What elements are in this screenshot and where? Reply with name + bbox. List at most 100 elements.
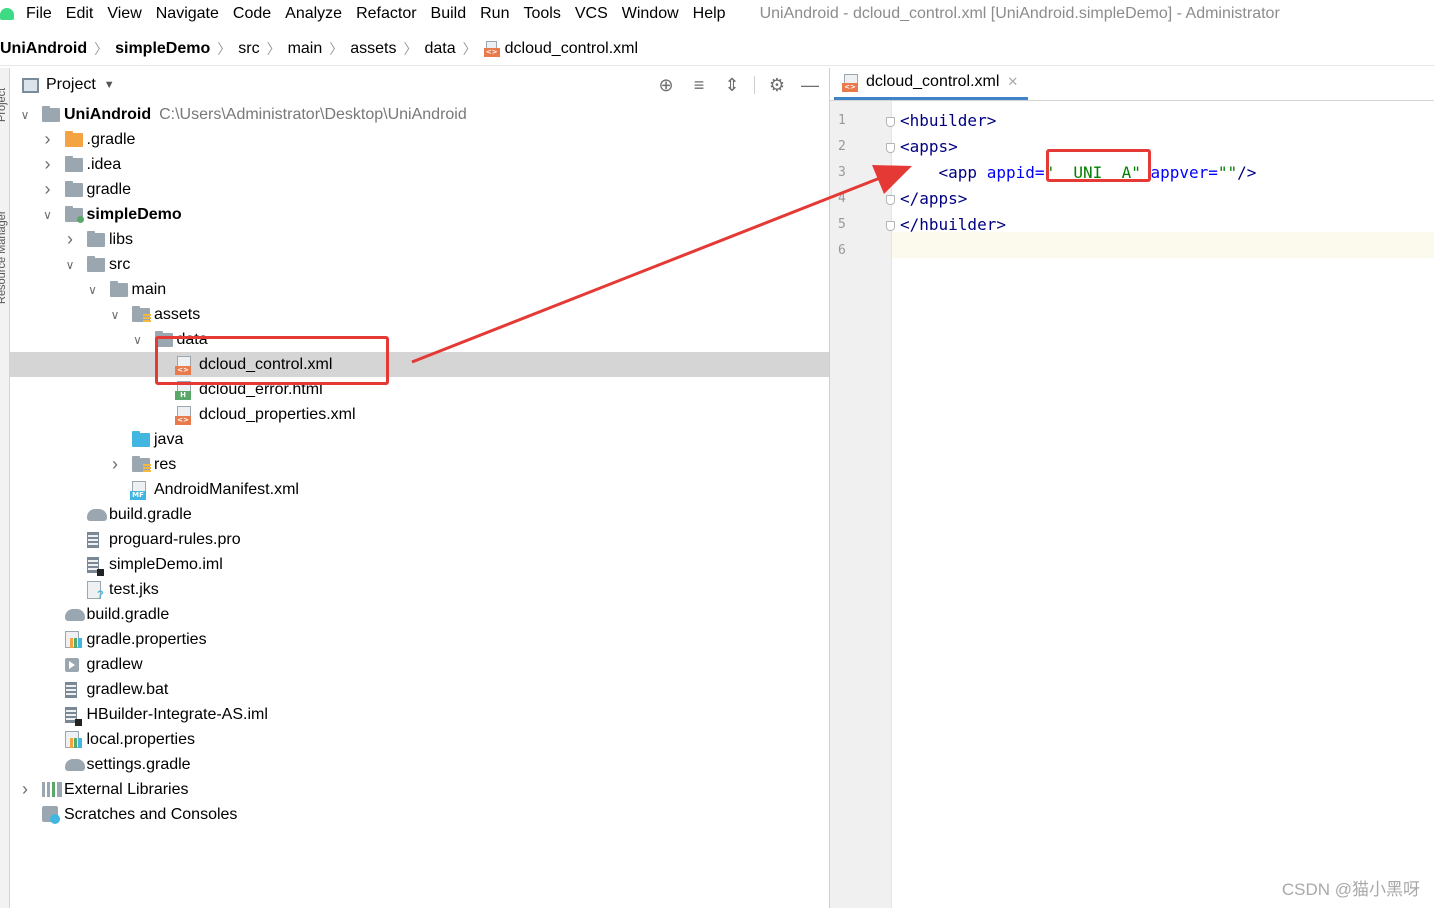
gradle-elephant-icon (64, 759, 85, 771)
chevron-down-icon[interactable]: ∨ (131, 333, 145, 347)
breadcrumb-data[interactable]: data (425, 40, 456, 58)
properties-file-icon (64, 631, 82, 648)
project-panel-toolbar: ⊕ ≡ ⇕ ⚙ — (644, 74, 821, 96)
current-line-highlight (892, 232, 1434, 258)
tree-row-hbuilder-integrate-as-iml[interactable]: HBuilder-Integrate-AS.iml (10, 702, 829, 727)
breadcrumb-main[interactable]: main (288, 40, 323, 58)
chevron-down-icon[interactable]: ∨ (86, 283, 100, 297)
menu-navigate[interactable]: Navigate (156, 5, 219, 23)
tree-row-idea[interactable]: › .idea (10, 152, 829, 177)
window-title: UniAndroid - dcloud_control.xml [UniAndr… (759, 5, 1280, 22)
breadcrumb-separator-icon: 〉 (94, 40, 109, 57)
breadcrumb-project[interactable]: UniAndroid (0, 40, 87, 58)
project-panel: Project ▼ ⊕ ≡ ⇕ ⚙ — ∨ UniAndroid C:\Users… (10, 68, 830, 908)
tree-row-libs[interactable]: › libs (10, 227, 829, 252)
collapse-all-icon[interactable]: ⇕ (721, 74, 743, 96)
tree-row-simpledemo[interactable]: ∨ simpleDemo (10, 202, 829, 227)
line-number: 2 (838, 139, 846, 154)
menu-file[interactable]: File (26, 5, 52, 23)
navigation-breadcrumb: UniAndroid 〉 simpleDemo 〉 src 〉 main 〉 a… (0, 32, 1434, 66)
tree-row-dcloud-properties-xml[interactable]: <> dcloud_properties.xml (10, 402, 829, 427)
chevron-right-icon[interactable]: › (41, 179, 55, 199)
breadcrumb-src[interactable]: src (238, 40, 259, 58)
tree-row-build-gradle[interactable]: build.gradle (10, 602, 829, 627)
tree-row-gradlew[interactable]: gradlew (10, 652, 829, 677)
chevron-right-icon[interactable]: › (41, 154, 55, 174)
tree-row-java[interactable]: java (10, 427, 829, 452)
menu-code[interactable]: Code (233, 5, 271, 23)
expand-all-icon[interactable]: ≡ (688, 74, 710, 96)
tree-item-label: gradlew (86, 655, 143, 673)
tree-row-simpledemo-iml[interactable]: simpleDemo.iml (10, 552, 829, 577)
tree-row-main[interactable]: ∨ main (10, 277, 829, 302)
tree-row-external-libraries[interactable]: › External Libraries (10, 777, 829, 802)
tree-row-local-properties[interactable]: local.properties (10, 727, 829, 752)
android-studio-logo-icon (0, 8, 14, 20)
chevron-right-icon[interactable]: › (41, 129, 55, 149)
menu-window[interactable]: Window (622, 5, 679, 23)
minimize-icon[interactable]: — (799, 74, 821, 96)
tree-row-assets[interactable]: ∨ assets (10, 302, 829, 327)
fold-marker-icon[interactable] (886, 195, 895, 205)
chevron-down-icon[interactable]: ∨ (18, 108, 32, 122)
locate-icon[interactable]: ⊕ (655, 74, 677, 96)
module-file-icon (87, 557, 104, 576)
gear-icon[interactable]: ⚙ (766, 74, 788, 96)
chevron-down-icon[interactable]: ∨ (63, 258, 77, 272)
breadcrumb-file[interactable]: <> dcloud_control.xml (483, 40, 638, 58)
tree-row-test-jks[interactable]: ? test.jks (10, 577, 829, 602)
menu-refactor[interactable]: Refactor (356, 5, 416, 23)
tree-row-gradlew-bat[interactable]: gradlew.bat (10, 677, 829, 702)
tree-row-dcloud-error-html[interactable]: Hdcloud_error.html (10, 377, 829, 402)
tree-root-row[interactable]: ∨ UniAndroid C:\Users\Administrator\Deskt… (10, 102, 829, 127)
breadcrumb-module[interactable]: simpleDemo (115, 40, 210, 58)
module-file-icon (64, 707, 82, 726)
fold-marker-icon[interactable] (886, 117, 895, 127)
fold-marker-icon[interactable] (886, 143, 895, 153)
xml-file-icon: <> (483, 40, 500, 57)
menu-view[interactable]: View (107, 5, 141, 23)
breadcrumb-assets[interactable]: assets (350, 40, 396, 58)
tree-row-scratches-and-consoles[interactable]: Scratches and Consoles (10, 802, 829, 827)
line-number: 5 (838, 217, 846, 232)
tree-row-proguard-rules-pro[interactable]: proguard-rules.pro (10, 527, 829, 552)
code-line: </apps> (900, 189, 967, 208)
project-view-selector[interactable]: Project (46, 76, 96, 94)
menu-run[interactable]: Run (480, 5, 509, 23)
menu-bar: File Edit View Navigate Code Analyze Refactor B… (0, 0, 1434, 28)
tree-row-data[interactable]: ∨ data (10, 327, 829, 352)
menu-edit[interactable]: Edit (66, 5, 94, 23)
menu-analyze[interactable]: Analyze (285, 5, 342, 23)
tree-row-gradle[interactable]: › .gradle (10, 127, 829, 152)
chevron-right-icon[interactable]: › (108, 454, 122, 474)
project-folder-icon (42, 106, 60, 122)
tree-row-androidmanifest-xml[interactable]: MF AndroidManifest.xml (10, 477, 829, 502)
chevron-right-icon[interactable]: › (63, 229, 77, 249)
tree-item-label: test.jks (109, 580, 159, 598)
tree-row-src[interactable]: ∨ src (10, 252, 829, 277)
tree-item-label: java (154, 430, 184, 448)
breadcrumb-separator-icon: 〉 (329, 40, 344, 57)
tree-item-label: proguard-rules.pro (109, 530, 241, 548)
resource-manager-tool-button[interactable]: Resource Manager (0, 164, 9, 304)
tree-row-settings-gradle[interactable]: settings.gradle (10, 752, 829, 777)
chevron-right-icon[interactable]: › (18, 779, 32, 799)
tree-row-build-gradle[interactable]: build.gradle (10, 502, 829, 527)
chevron-down-icon[interactable]: ▼ (104, 79, 115, 91)
text-file-icon (87, 532, 99, 548)
chevron-down-icon[interactable]: ∨ (108, 308, 122, 322)
gradle-elephant-icon (64, 609, 85, 621)
editor-tab-dcloud-control[interactable]: <> dcloud_control.xml ✕ (834, 67, 1029, 100)
tree-row-dcloud-control-xml[interactable]: <> dcloud_control.xml (10, 352, 829, 377)
menu-build[interactable]: Build (431, 5, 467, 23)
project-tool-button[interactable]: Project (0, 72, 9, 122)
tree-row-res[interactable]: › res (10, 452, 829, 477)
chevron-down-icon[interactable]: ∨ (41, 208, 55, 222)
close-icon[interactable]: ✕ (1007, 74, 1018, 90)
menu-vcs[interactable]: VCS (575, 5, 608, 23)
fold-marker-icon[interactable] (886, 221, 895, 231)
menu-help[interactable]: Help (693, 5, 726, 23)
menu-tools[interactable]: Tools (523, 5, 560, 23)
tree-row-gradle[interactable]: › gradle (10, 177, 829, 202)
tree-row-gradle-properties[interactable]: gradle.properties (10, 627, 829, 652)
